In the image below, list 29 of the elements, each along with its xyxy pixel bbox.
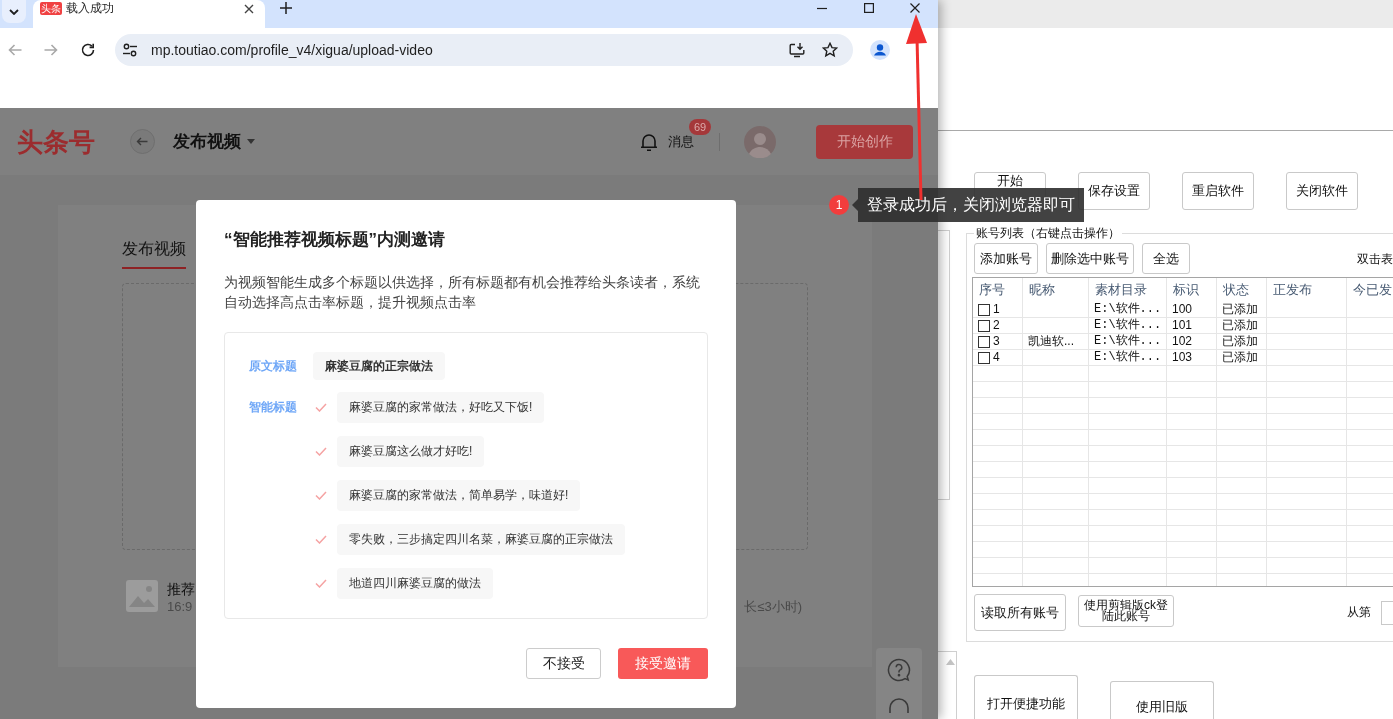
table-cell-text: 已添加 [1221, 334, 1259, 349]
hint-text: 双击表 [1357, 250, 1393, 267]
table-cell-text: 凯迪软... [1027, 334, 1075, 349]
from-label: 从第 [1347, 604, 1371, 620]
row-number: 3 [993, 334, 1000, 349]
table-cell-text: E:\软件... [1093, 334, 1163, 349]
row-number: 2 [993, 318, 1000, 333]
table-cell-text: 已添加 [1221, 350, 1259, 365]
table-cell-text: E:\软件... [1093, 302, 1163, 317]
unread-badge: 69 [689, 118, 712, 135]
table-cell-text: 101 [1171, 318, 1194, 333]
group-title: 账号列表（右键点击操作） [975, 225, 1121, 241]
original-title: 麻婆豆腐的正宗做法 [313, 352, 445, 380]
dialog-title: “智能推荐视频标题”内测邀请 [224, 230, 446, 250]
original-title-label: 原文标题 [249, 358, 297, 374]
tooltip: 登录成功后，关闭浏览器即可 [852, 188, 1084, 222]
row-number: 4 [993, 350, 1000, 365]
table-cell-text: E:\软件... [1093, 318, 1163, 333]
smart-title-label: 智能标题 [249, 399, 297, 416]
table-cell-text: 已添加 [1221, 318, 1259, 333]
table-cell-text: 103 [1171, 350, 1194, 365]
cover-title: 推荐 [167, 580, 195, 598]
table-cell-text: 102 [1171, 334, 1194, 349]
favicon-logo: 头条 [40, 2, 62, 15]
row-number: 1 [993, 302, 1000, 317]
table-cell-text: 100 [1171, 302, 1194, 317]
table-cell-text: E:\软件... [1093, 350, 1163, 365]
table-cell-text: 已添加 [1221, 302, 1259, 317]
dialog-description: 为视频智能生成多个标题以供选择，所有标题都有机会推荐给头条读者，系统自动选择高点击率标题，提升视频点击率 [224, 273, 701, 312]
